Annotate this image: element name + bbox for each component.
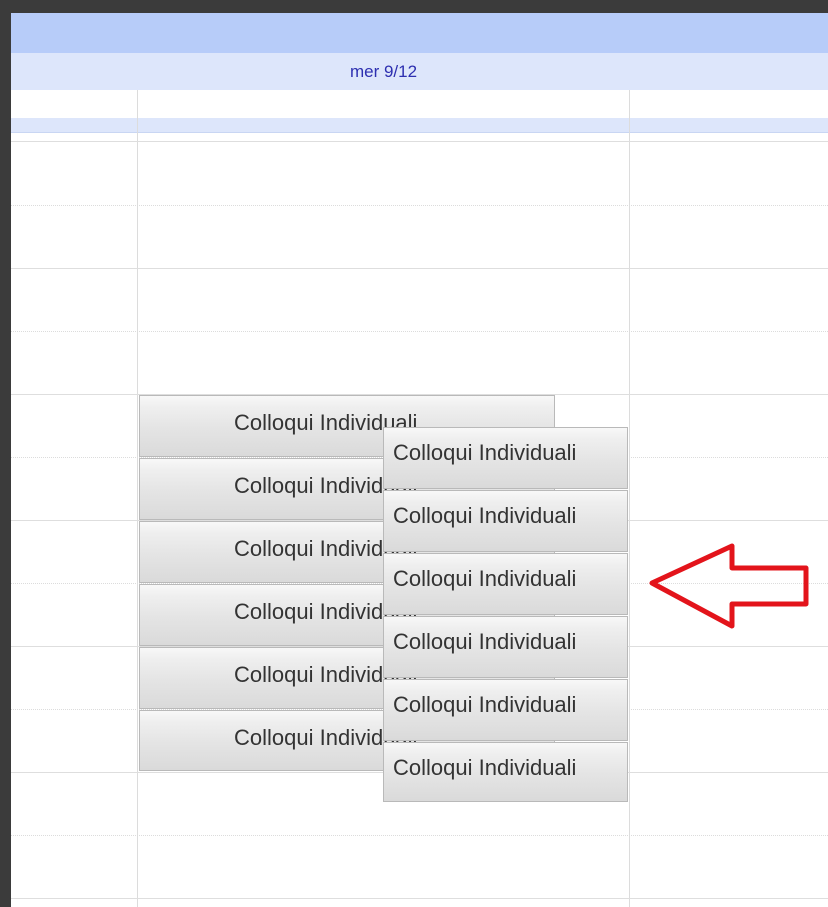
day-header-row: mer 9/12 <box>11 53 828 90</box>
hour-line <box>11 898 828 899</box>
half-hour-line <box>11 835 828 836</box>
red-arrow-left-icon <box>649 543 809 629</box>
event-block-overlap[interactable]: Colloqui Individuali <box>383 427 628 489</box>
hour-line <box>11 268 828 269</box>
event-block-overlap[interactable]: Colloqui Individuali <box>383 679 628 741</box>
window-frame-top <box>0 0 828 13</box>
event-block-overlap[interactable]: Colloqui Individuali <box>383 490 628 552</box>
event-block-overlap[interactable]: Colloqui Individuali <box>383 616 628 678</box>
all-day-divider <box>11 118 828 133</box>
window-frame-left <box>0 0 11 907</box>
event-block-overlap[interactable]: Colloqui Individuali <box>383 742 628 802</box>
calendar-header-bar <box>11 13 828 53</box>
half-hour-line <box>11 331 828 332</box>
column-divider <box>137 90 138 907</box>
calendar-week-view: mer 9/12 Colloqui Individuali Colloqui I… <box>11 13 828 907</box>
event-block-highlighted[interactable]: Colloqui Individuali <box>383 553 628 615</box>
half-hour-line <box>11 205 828 206</box>
day-header-wednesday[interactable]: mer 9/12 <box>138 53 629 90</box>
all-day-row <box>11 90 828 118</box>
column-divider <box>629 90 630 907</box>
hour-line <box>11 141 828 142</box>
